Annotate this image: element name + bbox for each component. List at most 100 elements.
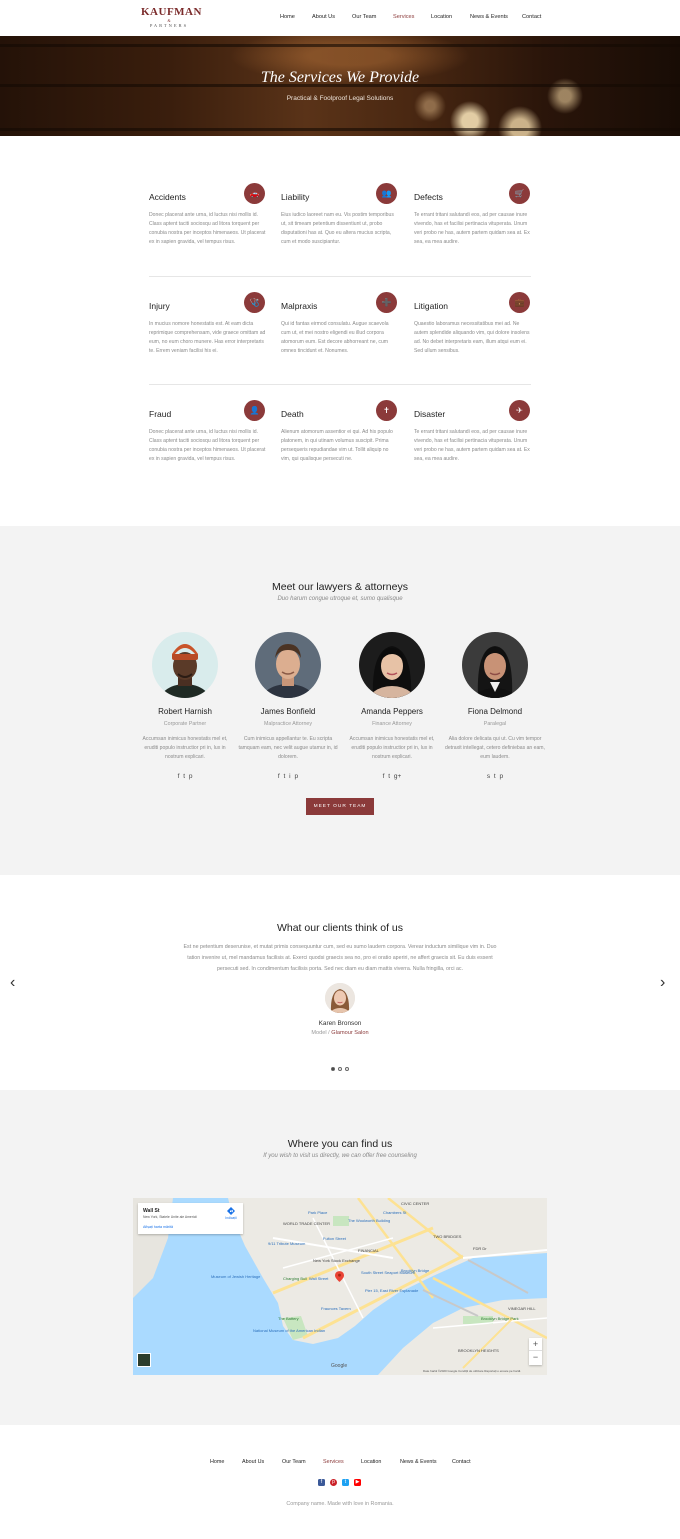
service-description: Donec placerat ante urna, id luctus nisi… [149,212,266,245]
footer-nav-about[interactable]: About Us [242,1459,264,1465]
footer-nav-news[interactable]: News & Events [400,1459,437,1465]
twitter-icon[interactable]: t [494,773,496,780]
avatar[interactable] [255,632,321,698]
member-role: Corporate Partner [163,721,207,727]
map-layers-button[interactable] [137,1353,151,1367]
facebook-icon[interactable]: f [178,773,180,780]
carousel-dot-active[interactable] [331,1067,335,1071]
skype-icon[interactable]: s [487,773,490,780]
chevron-left-icon[interactable]: ‹ [10,975,15,991]
service-title: Accidents [149,192,186,202]
carousel-dot[interactable] [338,1067,342,1071]
brand-logo[interactable]: KAUFMAN & PARTNERS [141,6,202,29]
twitter-icon[interactable]: t [342,1479,349,1486]
member-role: Paralegal [483,721,507,727]
nav-news[interactable]: News & Events [470,14,508,20]
site-footer: Home About Us Our Team Services Location… [0,1425,680,1539]
meet-our-team-button[interactable]: MEET OUR TEAM [306,798,374,815]
service-title: Death [281,409,304,419]
nav-team[interactable]: Our Team [352,14,376,20]
footer-social: f p t ▶ [317,1479,363,1487]
member-bio: Accumsan inimicus honestatis mel et, eru… [349,736,435,760]
map-label: Park Place [308,1210,328,1215]
pinterest-icon[interactable]: p [500,773,504,780]
directions-button[interactable]: Indicații [221,1207,241,1220]
youtube-icon[interactable]: ▶ [354,1479,361,1486]
map-label: 9/11 Tribute Museum [268,1241,306,1246]
location-subtitle: If you wish to visit us directly, we can… [263,1153,417,1159]
nav-location[interactable]: Location [431,14,452,20]
map-label: The Woolworth Building [348,1218,391,1223]
map-pin-icon[interactable] [335,1271,344,1282]
zoom-out-button[interactable]: − [529,1351,542,1364]
map-label: Brooklyn Bridge [401,1268,430,1273]
footer-nav-home[interactable]: Home [210,1459,224,1465]
team-title: Meet our lawyers & attorneys [272,581,408,593]
service-description: Te errant tritani salutandi eos, ad per … [414,429,530,462]
pinterest-icon[interactable]: p [189,773,193,780]
team-subtitle: Duo harum congue utroque et, sumo qualis… [277,596,403,602]
map-label: TWO BRIDGES [433,1234,462,1239]
google-map[interactable]: CIVIC CENTER Chambers St Park Place WORL… [133,1198,547,1375]
map-label: The Battery [278,1316,299,1321]
hero-subtitle: Practical & Foolproof Legal Solutions [286,95,394,102]
larger-map-link[interactable]: Afișați harta mărită [143,1225,173,1229]
avatar[interactable] [462,632,528,698]
footer-nav-services[interactable]: Services [323,1459,344,1465]
facebook-icon[interactable]: f [318,1479,325,1486]
avatar[interactable] [152,632,218,698]
user-icon: 👤 [244,400,265,421]
avatar [325,983,355,1013]
twitter-icon[interactable]: t [284,773,286,780]
twitter-icon[interactable]: t [183,773,185,780]
carousel-dots [330,1067,350,1073]
service-description: Te errant tritani salutandi eos, ad per … [414,212,530,245]
member-bio: Cum inimicus appellantur te. Eu scripta … [238,736,338,760]
map-label: Wall Street [309,1276,329,1281]
medkit-icon: ➕ [376,292,397,313]
member-bio: Accumsan inimicus honestatis mel et, eru… [142,736,228,760]
brand-sub: PARTNERS [149,23,189,28]
map-label: BROOKLYN HEIGHTS [458,1348,499,1353]
twitter-icon[interactable]: t [388,773,390,780]
pinterest-icon[interactable]: p [330,1479,337,1486]
map-label: FDR Dr [473,1246,487,1251]
map-label: Chambers St [383,1210,407,1215]
testimonial-role: Model / Glamour Salon [0,1030,680,1036]
nav-about[interactable]: About Us [312,14,335,20]
service-title: Fraud [149,409,172,419]
footer-nav-team[interactable]: Our Team [282,1459,306,1465]
zoom-in-button[interactable]: + [529,1338,542,1351]
member-social: f t i p [238,773,338,781]
nav-home[interactable]: Home [280,14,295,20]
service-description: Alienum atomorum assentior ei qui. Ad hi… [281,429,393,462]
facebook-icon[interactable]: f [278,773,280,780]
cart-icon: 🛒 [509,183,530,204]
briefcase-icon: 💼 [509,292,530,313]
role-label: Model [311,1030,327,1036]
testimonials-title: What our clients think of us [276,922,404,934]
instagram-icon[interactable]: i [289,773,290,780]
carousel-dot[interactable] [345,1067,349,1071]
chevron-right-icon[interactable]: › [660,975,665,991]
pinterest-icon[interactable]: p [294,773,298,780]
hero-shelf-line [0,128,680,131]
facebook-icon[interactable]: f [383,773,385,780]
map-label: Fulton Street [323,1236,346,1241]
brand-name: KAUFMAN [141,6,202,18]
service-title: Liability [281,192,310,202]
copyright-text: Company name. Made with love in Romania. [286,1501,394,1507]
people-icon: 👥 [376,183,397,204]
avatar[interactable] [359,632,425,698]
car-icon: 🚗 [244,183,265,204]
testimonial-author: Karen Bronson [318,1020,362,1027]
service-description: Qui id fantas eirmod consulatu. Augue sc… [281,321,389,354]
nav-services[interactable]: Services [393,14,414,20]
company-name: Glamour Salon [331,1030,369,1036]
stethoscope-icon: 🩺 [244,292,265,313]
footer-nav-location[interactable]: Location [361,1459,381,1465]
footer-nav-contact[interactable]: Contact [452,1459,471,1465]
nav-contact[interactable]: Contact [522,14,541,20]
map-label: National Museum of the American Indian [253,1328,326,1333]
google-plus-icon[interactable]: g+ [394,773,401,780]
